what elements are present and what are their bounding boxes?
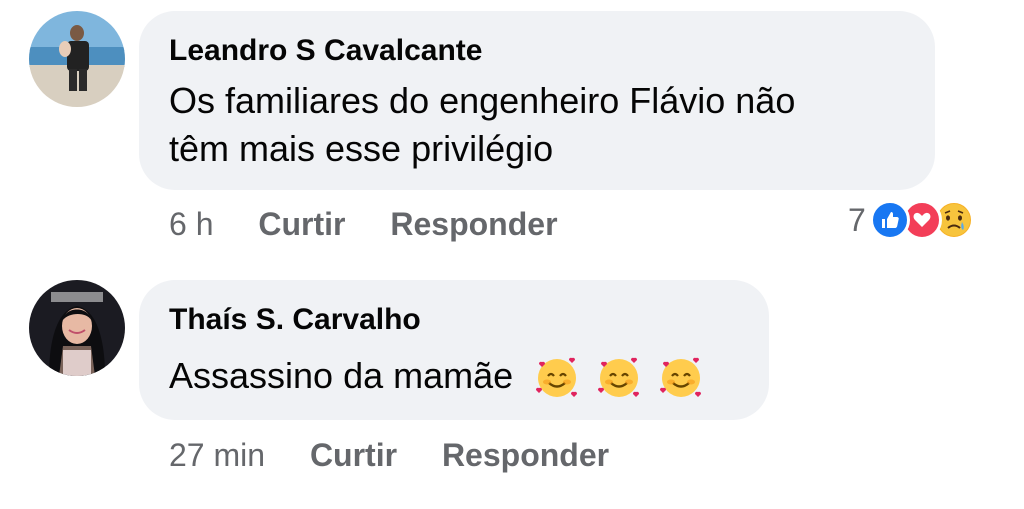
comment-bubble: Thaís S. Carvalho Assassino da mamãe [139,280,769,420]
reaction-count: 7 [848,201,866,238]
avatar[interactable] [29,11,125,107]
comment-meta: 6 h Curtir Responder [169,206,558,242]
avatar-photo [29,280,125,376]
like-icon [869,200,910,240]
comment-text-content: Assassino da mamãe [169,355,514,396]
comment-text: Assassino da mamãe [169,354,705,402]
comment-text-line-1: Os familiares do engenheiro Flávio não [169,80,796,121]
reply-button[interactable]: Responder [390,206,557,242]
comment-bubble: Leandro S Cavalcante Os familiares do en… [139,11,935,190]
comment-meta: 27 min Curtir Responder [169,437,609,473]
comment-time[interactable]: 6 h [169,206,213,242]
comment-author[interactable]: Leandro S Cavalcante [169,34,482,68]
like-button[interactable]: Curtir [310,437,397,473]
comment-author[interactable]: Thaís S. Carvalho [169,303,421,337]
smiling-face-with-hearts-icon [533,354,581,402]
avatar[interactable] [29,280,125,376]
like-button[interactable]: Curtir [258,206,345,242]
smiling-face-with-hearts-icon [595,354,643,402]
reaction-summary[interactable]: 7 [848,200,974,240]
avatar-photo [29,11,125,107]
smiling-face-with-hearts-icon [657,354,705,402]
comment-text-line-2: têm mais esse privilégio [169,128,554,169]
reply-button[interactable]: Responder [442,437,609,473]
comment-time[interactable]: 27 min [169,437,265,473]
